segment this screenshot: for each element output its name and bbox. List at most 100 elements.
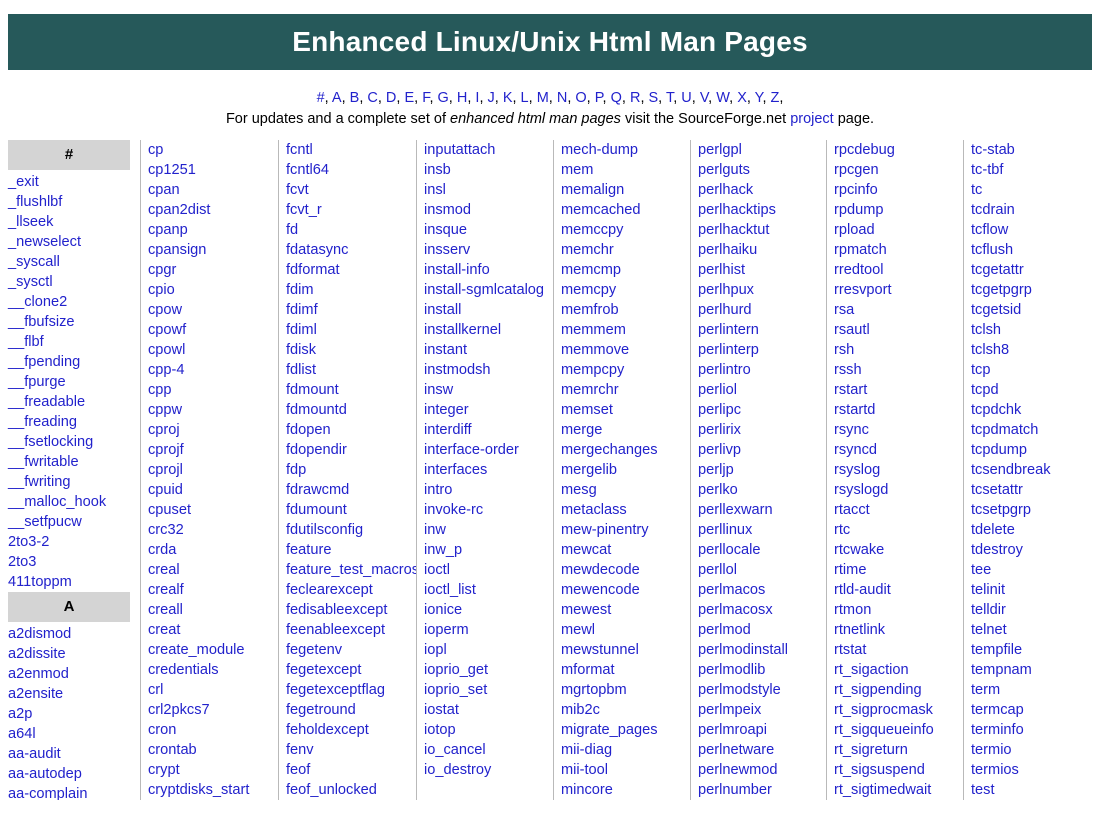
alpha-link-j[interactable]: J	[488, 90, 495, 106]
man-page-link[interactable]: inw_p	[424, 540, 549, 560]
man-page-link[interactable]: perllinux	[698, 520, 822, 540]
man-page-link[interactable]: rpmatch	[834, 240, 959, 260]
man-page-link[interactable]: crealf	[148, 580, 274, 600]
alpha-link-v[interactable]: V	[700, 90, 708, 106]
man-page-link[interactable]: install-info	[424, 260, 549, 280]
man-page-link[interactable]: perlnumber	[698, 780, 822, 800]
man-page-link[interactable]: telnet	[971, 620, 1096, 640]
man-page-link[interactable]: fenv	[286, 740, 412, 760]
man-page-link[interactable]: cpow	[148, 300, 274, 320]
man-page-link[interactable]: crda	[148, 540, 274, 560]
man-page-link[interactable]: fdatasync	[286, 240, 412, 260]
man-page-link[interactable]: install-sgmlcatalog	[424, 280, 549, 300]
man-page-link[interactable]: insserv	[424, 240, 549, 260]
man-page-link[interactable]: interfaces	[424, 460, 549, 480]
man-page-link[interactable]: fdformat	[286, 260, 412, 280]
man-page-link[interactable]: migrate_pages	[561, 720, 686, 740]
man-page-link[interactable]: invoke-rc	[424, 500, 549, 520]
man-page-link[interactable]: memalign	[561, 180, 686, 200]
man-page-link[interactable]: memcpy	[561, 280, 686, 300]
man-page-link[interactable]: cpan	[148, 180, 274, 200]
man-page-link[interactable]: tdestroy	[971, 540, 1096, 560]
man-page-link[interactable]: perlko	[698, 480, 822, 500]
man-page-link[interactable]: rsyslog	[834, 460, 959, 480]
man-page-link[interactable]: rtld-audit	[834, 580, 959, 600]
man-page-link[interactable]: _llseek	[8, 212, 136, 232]
man-page-link[interactable]: perljp	[698, 460, 822, 480]
man-page-link[interactable]: __fwriting	[8, 472, 136, 492]
man-page-link[interactable]: perlguts	[698, 160, 822, 180]
man-page-link[interactable]: rpcinfo	[834, 180, 959, 200]
man-page-link[interactable]: tcdrain	[971, 200, 1096, 220]
man-page-link[interactable]: rt_sigprocmask	[834, 700, 959, 720]
man-page-link[interactable]: install	[424, 300, 549, 320]
man-page-link[interactable]: ionice	[424, 600, 549, 620]
man-page-link[interactable]: fcvt_r	[286, 200, 412, 220]
man-page-link[interactable]: memccpy	[561, 220, 686, 240]
alpha-link-b[interactable]: B	[350, 90, 360, 106]
man-page-link[interactable]: term	[971, 680, 1096, 700]
alpha-link-s[interactable]: S	[649, 90, 659, 106]
man-page-link[interactable]: mergechanges	[561, 440, 686, 460]
man-page-link[interactable]: termcap	[971, 700, 1096, 720]
man-page-link[interactable]: mech-dump	[561, 140, 686, 160]
man-page-link[interactable]: perlipc	[698, 400, 822, 420]
man-page-link[interactable]: cpp	[148, 380, 274, 400]
man-page-link[interactable]: cprojl	[148, 460, 274, 480]
man-page-link[interactable]: perlmodinstall	[698, 640, 822, 660]
alpha-link-o[interactable]: O	[575, 90, 586, 106]
man-page-link[interactable]: perlmroapi	[698, 720, 822, 740]
man-page-link[interactable]: rsautl	[834, 320, 959, 340]
man-page-link[interactable]: _flushlbf	[8, 192, 136, 212]
man-page-link[interactable]: cpanp	[148, 220, 274, 240]
man-page-link[interactable]: tdelete	[971, 520, 1096, 540]
man-page-link[interactable]: rtime	[834, 560, 959, 580]
man-page-link[interactable]: mewstunnel	[561, 640, 686, 660]
man-page-link[interactable]: mewencode	[561, 580, 686, 600]
man-page-link[interactable]: rtc	[834, 520, 959, 540]
man-page-link[interactable]: rstart	[834, 380, 959, 400]
man-page-link[interactable]: perlirix	[698, 420, 822, 440]
man-page-link[interactable]: rt_sigaction	[834, 660, 959, 680]
man-page-link[interactable]: perlhaiku	[698, 240, 822, 260]
man-page-link[interactable]: perlintro	[698, 360, 822, 380]
man-page-link[interactable]: mesg	[561, 480, 686, 500]
man-page-link[interactable]: mergelib	[561, 460, 686, 480]
man-page-link[interactable]: cp	[148, 140, 274, 160]
man-page-link[interactable]: __fsetlocking	[8, 432, 136, 452]
man-page-link[interactable]: rtacct	[834, 500, 959, 520]
man-page-link[interactable]: instmodsh	[424, 360, 549, 380]
man-page-link[interactable]: integer	[424, 400, 549, 420]
man-page-link[interactable]: rpcdebug	[834, 140, 959, 160]
man-page-link[interactable]: cpgr	[148, 260, 274, 280]
man-page-link[interactable]: __fpending	[8, 352, 136, 372]
man-page-link[interactable]: feclearexcept	[286, 580, 412, 600]
man-page-link[interactable]: cproj	[148, 420, 274, 440]
man-page-link[interactable]: 411toppm	[8, 572, 136, 592]
man-page-link[interactable]: rredtool	[834, 260, 959, 280]
man-page-link[interactable]: __freading	[8, 412, 136, 432]
alpha-link-m[interactable]: M	[537, 90, 549, 106]
man-page-link[interactable]: tempfile	[971, 640, 1096, 660]
man-page-link[interactable]: aa-complain	[8, 784, 136, 800]
man-page-link[interactable]: rpload	[834, 220, 959, 240]
man-page-link[interactable]: __fpurge	[8, 372, 136, 392]
man-page-link[interactable]: memchr	[561, 240, 686, 260]
man-page-link[interactable]: memfrob	[561, 300, 686, 320]
man-page-link[interactable]: cprojf	[148, 440, 274, 460]
man-page-link[interactable]: creat	[148, 620, 274, 640]
man-page-link[interactable]: tcgetattr	[971, 260, 1096, 280]
man-page-link[interactable]: rt_sigreturn	[834, 740, 959, 760]
man-page-link[interactable]: credentials	[148, 660, 274, 680]
man-page-link[interactable]: creall	[148, 600, 274, 620]
man-page-link[interactable]: mii-tool	[561, 760, 686, 780]
man-page-link[interactable]: inw	[424, 520, 549, 540]
man-page-link[interactable]: perlhacktips	[698, 200, 822, 220]
man-page-link[interactable]: cpan2dist	[148, 200, 274, 220]
man-page-link[interactable]: rsyncd	[834, 440, 959, 460]
man-page-link[interactable]: tcpd	[971, 380, 1096, 400]
man-page-link[interactable]: iopl	[424, 640, 549, 660]
man-page-link[interactable]: a2dissite	[8, 644, 136, 664]
man-page-link[interactable]: feature_test_macros	[286, 560, 416, 580]
man-page-link[interactable]: ioperm	[424, 620, 549, 640]
